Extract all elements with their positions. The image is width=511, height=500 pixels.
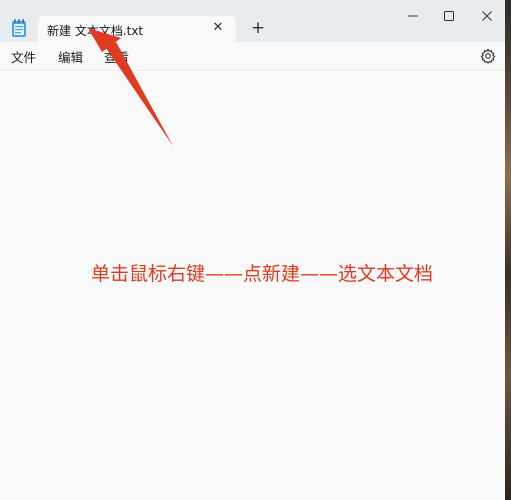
minimize-button[interactable] <box>393 10 433 32</box>
tab-close-icon[interactable]: ✕ <box>209 19 227 37</box>
notepad-icon <box>11 19 27 37</box>
notepad-window: 新建 文本文档.txt ✕ + 文件 编辑 查看 单击鼠标右键——点新建——选文… <box>0 0 505 500</box>
minimize-icon <box>408 15 418 17</box>
annotation-text: 单击鼠标右键——点新建——选文本文档 <box>91 263 434 285</box>
menu-bar: 文件 编辑 查看 <box>0 43 505 71</box>
text-editor-area[interactable]: 单击鼠标右键——点新建——选文本文档 <box>0 71 505 500</box>
tab-title: 新建 文本文档.txt <box>47 24 144 38</box>
menu-view[interactable]: 查看 <box>104 47 129 66</box>
menu-file[interactable]: 文件 <box>11 47 36 66</box>
maximize-button[interactable] <box>429 10 469 32</box>
window-close-button[interactable] <box>467 10 505 32</box>
menu-edit[interactable]: 编辑 <box>58 47 83 66</box>
maximize-icon <box>444 11 454 21</box>
close-icon <box>482 11 492 21</box>
gear-icon[interactable] <box>480 48 496 64</box>
document-tab[interactable]: 新建 文本文档.txt ✕ <box>38 16 236 43</box>
new-tab-button[interactable]: + <box>249 19 267 37</box>
title-bar[interactable]: 新建 文本文档.txt ✕ + <box>0 0 505 43</box>
